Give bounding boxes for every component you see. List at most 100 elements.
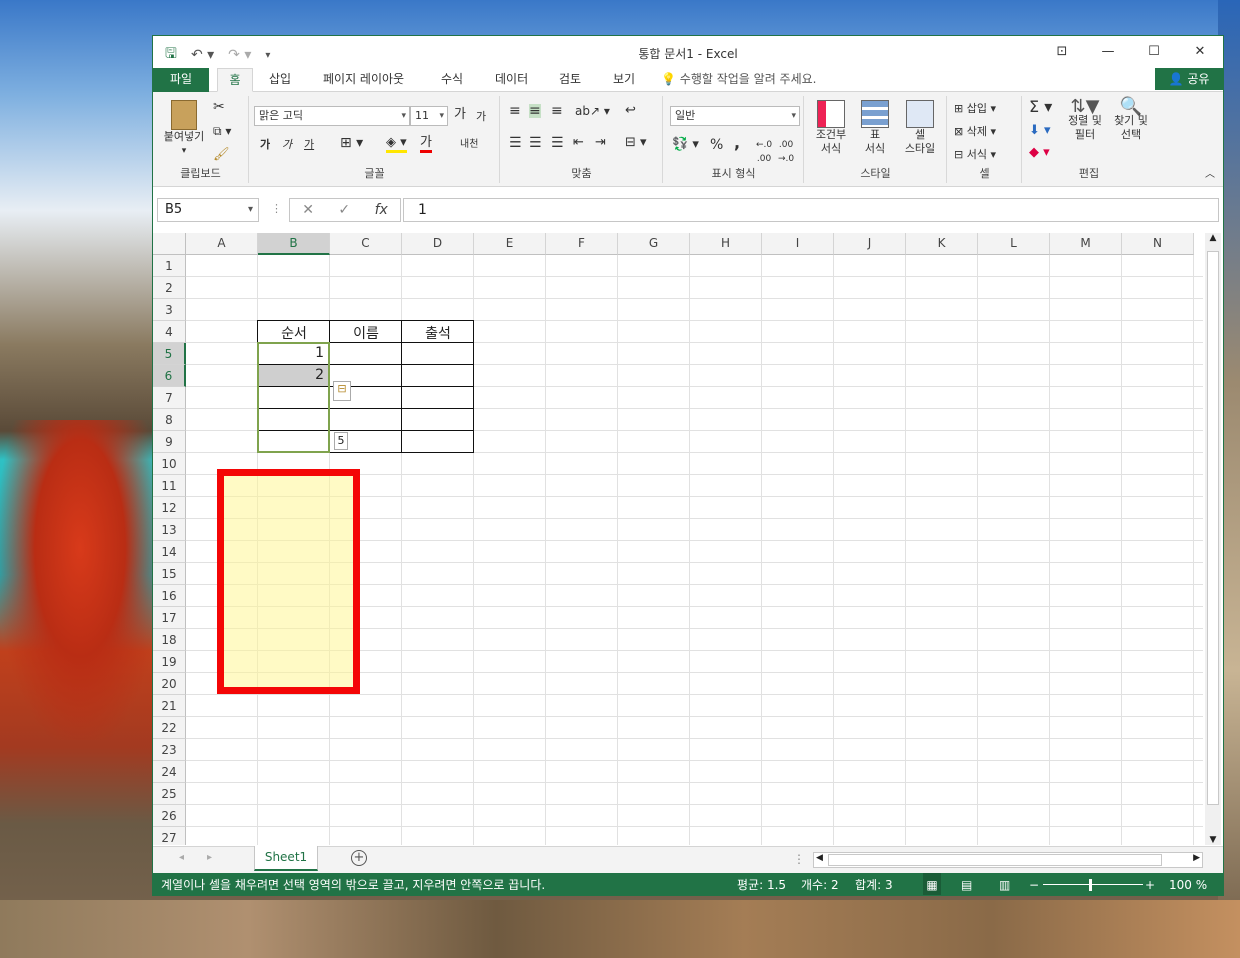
comma-style-icon[interactable]: , [734,135,740,151]
underline-icon[interactable]: 가 [304,138,314,152]
page-layout-view-icon[interactable]: ▤ [961,873,972,895]
number-format-select[interactable]: 일반 [670,106,800,126]
scroll-right-icon[interactable]: ▶ [1193,853,1200,863]
row-header[interactable]: 24 [153,761,186,783]
column-header[interactable]: N [1122,233,1194,255]
autosum-icon[interactable]: Σ ▾ [1029,99,1052,115]
accounting-format-icon[interactable]: 💱 ▾ [672,138,699,152]
align-bottom-icon[interactable]: ≡ [551,104,563,118]
row-header[interactable]: 5 [153,343,186,365]
cell-d4[interactable]: 출석 [402,323,474,343]
merge-center-icon[interactable]: ⊟ ▾ [625,136,647,150]
format-painter-icon[interactable]: 🖌 [213,148,230,162]
ribbon-display-options-icon[interactable]: ⊡ [1039,36,1085,66]
row-header[interactable]: 23 [153,739,186,761]
column-header[interactable]: B [258,233,330,255]
row-header[interactable]: 7 [153,387,186,409]
tab-insert[interactable]: 삽입 [261,68,299,92]
column-header[interactable]: L [978,233,1050,255]
vertical-scrollbar[interactable]: ▲ ▼ [1205,233,1221,845]
worksheet-grid[interactable]: A B C D E F G H I J K L M N 1 2 3 4 5 6 7 8 9 10 11 12 13 14 15 16 17 1… [153,233,1203,845]
row-header[interactable]: 10 [153,453,186,475]
new-sheet-icon[interactable]: + [351,850,367,866]
decrease-indent-icon[interactable]: ⇤ [573,136,584,150]
cancel-icon[interactable]: ✕ [302,202,314,218]
scroll-down-icon[interactable]: ▼ [1205,835,1221,845]
tab-file[interactable]: 파일 [153,68,209,92]
row-header[interactable]: 3 [153,299,186,321]
vertical-scroll-thumb[interactable] [1207,251,1219,805]
scroll-up-icon[interactable]: ▲ [1205,233,1221,243]
insert-function-icon[interactable]: fx [375,202,388,218]
italic-icon[interactable]: 가 [282,138,292,152]
copy-icon[interactable]: ⧉ ▾ [213,124,231,138]
minimize-button[interactable]: — [1085,36,1131,66]
fill-icon[interactable]: ⬇ ▾ [1029,124,1051,138]
zoom-out-icon[interactable]: − [1029,873,1039,895]
column-header[interactable]: G [618,233,690,255]
row-header[interactable]: 25 [153,783,186,805]
column-header[interactable]: D [402,233,474,255]
orientation-icon[interactable]: ab↗ ▾ [575,104,610,118]
column-header[interactable]: C [330,233,402,255]
tab-home[interactable]: 홈 [217,68,253,92]
row-header[interactable]: 20 [153,673,186,695]
tab-review[interactable]: 검토 [551,68,589,92]
autofill-options-icon[interactable]: ⊟ [333,381,351,401]
formula-input[interactable]: 1 [403,198,1219,222]
font-size-select[interactable]: 11 [410,106,448,126]
row-header[interactable]: 18 [153,629,186,651]
percent-icon[interactable]: % [710,138,723,152]
increase-indent-icon[interactable]: ⇥ [595,136,606,150]
row-header[interactable]: 13 [153,519,186,541]
tab-data[interactable]: 데이터 [487,68,536,92]
row-header[interactable]: 26 [153,805,186,827]
sort-filter-button[interactable]: ⇅▼ 정렬 및 필터 [1061,98,1109,142]
column-header[interactable]: M [1050,233,1122,255]
column-header[interactable]: A [186,233,258,255]
normal-view-icon[interactable]: ▦ [923,873,941,895]
shrink-font-icon[interactable]: 가 [476,110,486,124]
column-header[interactable]: J [834,233,906,255]
delete-cells-button[interactable]: ⊠ 삭제 ▾ [954,125,996,139]
align-left-icon[interactable]: ☰ [509,136,522,150]
zoom-slider[interactable] [1043,884,1143,885]
insert-cells-button[interactable]: ⊞ 삽입 ▾ [954,102,996,116]
tab-formulas[interactable]: 수식 [433,68,471,92]
row-header[interactable]: 2 [153,277,186,299]
enter-icon[interactable]: ✓ [338,202,350,218]
find-select-button[interactable]: 🔍 찾기 및 선택 [1109,98,1153,142]
row-header[interactable]: 9 [153,431,186,453]
row-header[interactable]: 16 [153,585,186,607]
page-break-view-icon[interactable]: ▥ [999,873,1010,895]
align-top-icon[interactable]: ≡ [509,104,521,118]
row-header[interactable]: 15 [153,563,186,585]
border-icon[interactable]: ⊞ ▾ [340,136,363,150]
phonetic-guide-icon[interactable]: 내천 [460,138,478,152]
name-box[interactable]: B5 [157,198,259,222]
align-center-icon[interactable]: ☰ [529,136,542,150]
wrap-text-icon[interactable]: ↩ [625,104,636,118]
grow-font-icon[interactable]: 가 [454,108,466,122]
zoom-level[interactable]: 100 % [1169,873,1207,895]
column-header[interactable]: E [474,233,546,255]
column-header[interactable]: F [546,233,618,255]
row-header[interactable]: 22 [153,717,186,739]
row-header[interactable]: 4 [153,321,186,343]
row-header[interactable]: 12 [153,497,186,519]
cut-icon[interactable]: ✂ [213,100,225,114]
paste-button[interactable]: 붙여넣기 ▾ [157,100,211,158]
clear-icon[interactable]: ◆ ▾ [1029,146,1050,160]
select-all-corner[interactable] [153,233,186,255]
column-header[interactable]: I [762,233,834,255]
tab-view[interactable]: 보기 [605,68,643,92]
cell-styles-button[interactable]: 셀 스타일 [897,100,943,156]
row-header[interactable]: 1 [153,255,186,277]
fill-color-icon[interactable]: ◈ ▾ [386,136,407,153]
bold-icon[interactable]: 가 [260,138,270,152]
column-header[interactable]: K [906,233,978,255]
row-header[interactable]: 14 [153,541,186,563]
horizontal-scrollbar[interactable]: ◀ ▶ [813,852,1203,868]
close-button[interactable]: ✕ [1177,36,1223,66]
cell-b4[interactable]: 순서 [258,323,330,343]
